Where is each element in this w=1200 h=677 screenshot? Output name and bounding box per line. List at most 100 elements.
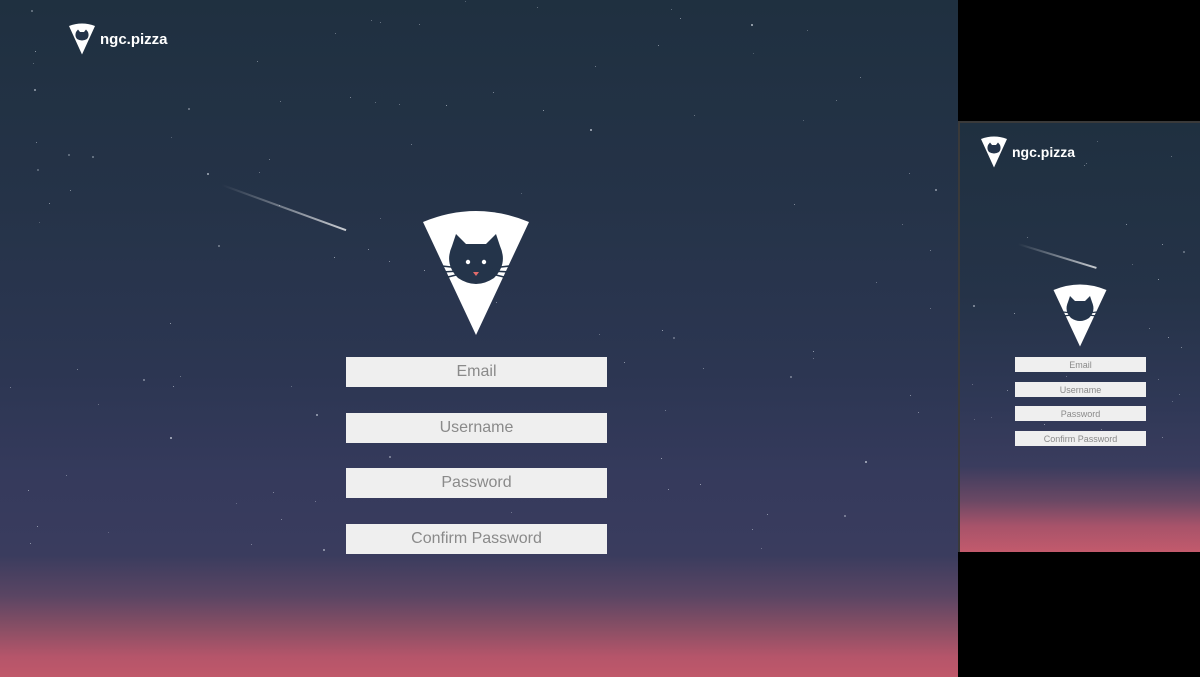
star — [257, 61, 258, 62]
star — [767, 514, 768, 515]
star — [98, 404, 99, 405]
star — [1014, 313, 1015, 314]
email-input[interactable] — [1015, 357, 1146, 372]
star — [1158, 279, 1159, 280]
confirm-password-input[interactable] — [346, 524, 607, 554]
star — [30, 543, 31, 544]
star — [813, 358, 814, 359]
star — [1027, 237, 1028, 238]
brand-name: ngc.pizza — [1012, 144, 1076, 160]
star — [595, 66, 596, 67]
star — [909, 173, 910, 174]
star — [930, 250, 931, 251]
star — [273, 492, 274, 493]
star — [668, 489, 669, 490]
star — [665, 410, 666, 411]
star — [389, 456, 391, 458]
password-input[interactable] — [346, 468, 607, 498]
star — [335, 33, 336, 34]
star — [973, 305, 975, 307]
star — [543, 110, 544, 111]
star — [673, 337, 675, 339]
star — [1162, 244, 1163, 245]
star — [991, 417, 992, 418]
username-input[interactable] — [346, 413, 607, 443]
password-input[interactable] — [1015, 406, 1146, 421]
star — [671, 9, 672, 10]
email-input[interactable] — [346, 357, 607, 387]
pizza-slice-cat-icon — [981, 136, 1007, 168]
star — [465, 1, 466, 2]
star — [334, 257, 335, 258]
star — [446, 105, 447, 106]
star — [1181, 347, 1182, 348]
star — [680, 18, 681, 19]
shooting-star — [1017, 243, 1097, 269]
hero-pizza-cat-icon — [423, 211, 529, 335]
star — [1183, 251, 1185, 253]
star — [876, 282, 877, 283]
brand-name: ngc.pizza — [100, 30, 168, 48]
star — [108, 532, 109, 533]
star — [31, 10, 33, 12]
star — [291, 386, 292, 387]
star — [752, 529, 753, 530]
star — [694, 115, 695, 116]
star — [1171, 156, 1172, 157]
star — [180, 376, 181, 377]
star — [66, 475, 67, 476]
star — [935, 189, 937, 191]
star — [37, 169, 39, 171]
username-input[interactable] — [1015, 382, 1146, 397]
star — [1132, 264, 1133, 265]
star — [315, 501, 316, 502]
star — [251, 544, 252, 545]
star — [700, 484, 701, 485]
star — [280, 101, 281, 102]
star — [411, 144, 412, 145]
star — [1044, 424, 1045, 425]
star — [323, 549, 325, 551]
star — [807, 30, 808, 31]
star — [188, 108, 190, 110]
star — [599, 334, 600, 335]
star — [1158, 379, 1159, 380]
star — [1172, 401, 1173, 402]
brand-logo[interactable]: ngc.pizza — [68, 23, 168, 55]
star — [419, 24, 420, 25]
star — [1101, 429, 1102, 430]
brand-logo[interactable]: ngc.pizza — [980, 136, 1075, 168]
star — [803, 120, 804, 121]
star — [511, 512, 512, 513]
star — [10, 387, 11, 388]
star — [844, 515, 846, 517]
star — [380, 22, 381, 23]
star — [28, 490, 29, 491]
star — [753, 53, 754, 54]
mobile-preview-frame: ngc.pizza — [958, 121, 1200, 552]
star — [751, 24, 753, 26]
star — [33, 63, 34, 64]
star — [68, 154, 70, 156]
star — [761, 548, 762, 549]
star — [974, 419, 975, 420]
star — [836, 100, 837, 101]
star — [1097, 141, 1098, 142]
star — [1162, 437, 1163, 438]
star — [389, 261, 390, 262]
star — [860, 77, 861, 78]
pizza-slice-cat-icon — [69, 23, 95, 55]
star — [1066, 376, 1067, 377]
confirm-password-input[interactable] — [1015, 431, 1146, 446]
star — [794, 204, 795, 205]
star — [703, 368, 704, 369]
star — [1149, 328, 1150, 329]
star — [35, 51, 36, 52]
star — [1086, 163, 1087, 164]
star — [1126, 224, 1127, 225]
star — [399, 104, 400, 105]
star — [537, 7, 538, 8]
star — [39, 222, 40, 223]
star — [865, 461, 867, 463]
star — [34, 89, 36, 91]
